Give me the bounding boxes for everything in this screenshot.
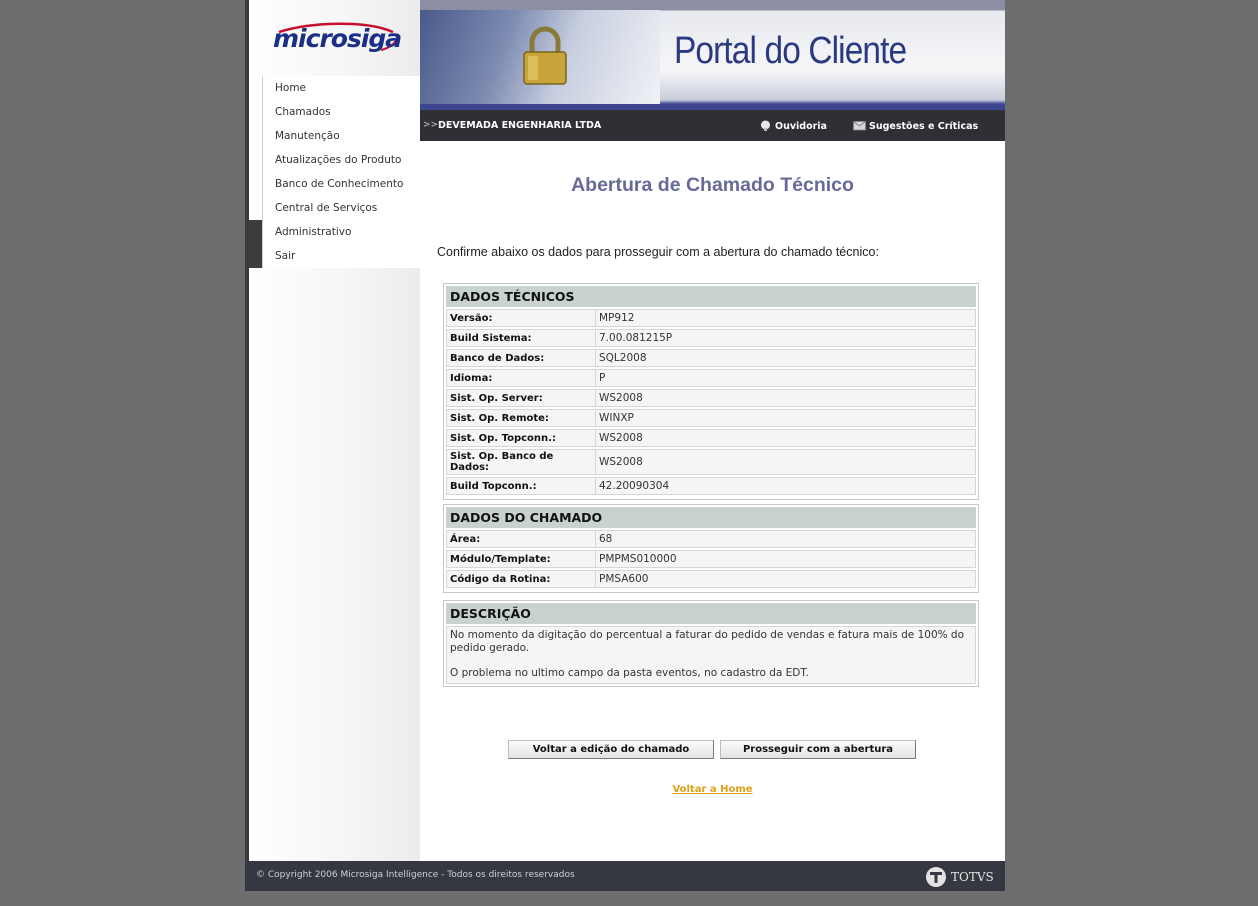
ouvidoria-label: Ouvidoria: [775, 121, 827, 132]
menu-item-home[interactable]: Home: [263, 76, 421, 100]
descricao-table: DESCRIÇÃO: [446, 601, 976, 626]
menu-item-banco-conhecimento[interactable]: Banco de Conhecimento: [263, 172, 421, 196]
page-frame: microsiga Home Chamados Manutenção Atual…: [245, 0, 1005, 891]
menu-item-manutencao[interactable]: Manutenção: [263, 124, 421, 148]
proceed-button[interactable]: Prosseguir com a abertura: [720, 740, 916, 759]
field-label: Versão:: [446, 309, 596, 327]
copyright-text: © Copyright 2006 Microsiga Intelligence …: [256, 870, 575, 880]
field-label: Build Sistema:: [446, 329, 596, 347]
field-value: WS2008: [596, 389, 976, 407]
page-title: Abertura de Chamado Técnico: [571, 174, 854, 196]
back-home-link[interactable]: Voltar a Home: [420, 784, 1005, 795]
description-paragraph: No momento da digitação do percentual a …: [450, 629, 965, 654]
totvs-logo-icon: [926, 867, 946, 887]
field-label: Sist. Op. Banco de Dados:: [446, 449, 596, 475]
field-label: Banco de Dados:: [446, 349, 596, 367]
sugestoes-link[interactable]: Sugestões e Críticas: [853, 120, 978, 132]
table-row: Sist. Op. Topconn.: WS2008: [446, 429, 976, 447]
section-header: DADOS DO CHAMADO: [446, 507, 976, 528]
table-row: Código da Rotina: PMSA600: [446, 570, 976, 588]
banner-photo: [420, 10, 660, 104]
logo-text: microsiga: [273, 24, 402, 53]
sidebar-menu: Home Chamados Manutenção Atualizações do…: [249, 76, 421, 268]
menu-item-administrativo[interactable]: Administrativo: [249, 220, 421, 244]
field-value: P: [596, 369, 976, 387]
table-row: Idioma: P: [446, 369, 976, 387]
main-content: Abertura de Chamado Técnico Confirme aba…: [420, 141, 1005, 861]
field-label: Código da Rotina:: [446, 570, 596, 588]
field-value: 68: [596, 530, 976, 548]
description-paragraph: O problema no ultimo campo da pasta even…: [450, 667, 809, 679]
field-value: PMPMS010000: [596, 550, 976, 568]
ouvidoria-link[interactable]: Ouvidoria: [759, 120, 827, 132]
table-row: Build Sistema: 7.00.081215P: [446, 329, 976, 347]
field-label: Idioma:: [446, 369, 596, 387]
field-label: Build Topconn.:: [446, 477, 596, 495]
section-header: DADOS TÉCNICOS: [446, 286, 976, 307]
menu-item-central-servicos[interactable]: Central de Serviços: [263, 196, 421, 220]
padlock-icon: [523, 26, 567, 85]
menu-item-sair[interactable]: Sair: [249, 244, 421, 268]
top-bar: >> DEVEMADA ENGENHARIA LTDA Ouvidoria Su…: [420, 110, 1005, 141]
field-label: Módulo/Template:: [446, 550, 596, 568]
company-name: DEVEMADA ENGENHARIA LTDA: [438, 120, 602, 131]
table-row: Sist. Op. Server: WS2008: [446, 389, 976, 407]
sidebar: microsiga Home Chamados Manutenção Atual…: [249, 0, 421, 861]
menu-item-atualizacoes[interactable]: Atualizações do Produto: [263, 148, 421, 172]
envelope-icon: [853, 121, 866, 131]
field-label: Sist. Op. Server:: [446, 389, 596, 407]
footer: © Copyright 2006 Microsiga Intelligence …: [245, 861, 1005, 891]
dados-tecnicos-panel: DADOS TÉCNICOS Versão: MP912 Build Sistem…: [443, 283, 979, 500]
intro-text: Confirme abaixo os dados para prosseguir…: [437, 245, 879, 259]
header-banner: Portal do Cliente: [420, 0, 1005, 110]
dados-chamado-panel: DADOS DO CHAMADO Área: 68 Módulo/Template…: [443, 504, 979, 593]
field-value: PMSA600: [596, 570, 976, 588]
field-value: 42.20090304: [596, 477, 976, 495]
back-to-edit-button[interactable]: Voltar a edição do chamado: [508, 740, 714, 759]
dados-tecnicos-table: DADOS TÉCNICOS Versão: MP912 Build Sistem…: [446, 284, 976, 497]
field-value: 7.00.081215P: [596, 329, 976, 347]
microsiga-logo[interactable]: microsiga: [271, 22, 402, 62]
section-header: DESCRIÇÃO: [446, 603, 976, 624]
field-value: SQL2008: [596, 349, 976, 367]
field-label: Sist. Op. Remote:: [446, 409, 596, 427]
table-row: Sist. Op. Banco de Dados: WS2008: [446, 449, 976, 475]
totvs-logo: TOTVS: [925, 866, 995, 887]
megaphone-icon: [761, 120, 770, 131]
menu-item-chamados[interactable]: Chamados: [263, 100, 421, 124]
totvs-text: TOTVS: [951, 870, 994, 884]
table-row: Módulo/Template: PMPMS010000: [446, 550, 976, 568]
table-row: Sist. Op. Remote: WINXP: [446, 409, 976, 427]
dados-chamado-table: DADOS DO CHAMADO Área: 68 Módulo/Template…: [446, 505, 976, 590]
field-label: Área:: [446, 530, 596, 548]
table-row: Banco de Dados: SQL2008: [446, 349, 976, 367]
banner-title: Portal do Cliente: [674, 30, 907, 72]
double-chevron-icon: >>: [423, 120, 439, 130]
field-value: MP912: [596, 309, 976, 327]
field-value: WS2008: [596, 429, 976, 447]
field-value: WINXP: [596, 409, 976, 427]
descricao-panel: DESCRIÇÃO No momento da digitação do per…: [443, 600, 979, 687]
description-text: No momento da digitação do percentual a …: [446, 626, 976, 684]
table-row: Versão: MP912: [446, 309, 976, 327]
field-label: Sist. Op. Topconn.:: [446, 429, 596, 447]
table-row: Área: 68: [446, 530, 976, 548]
field-value: WS2008: [596, 449, 976, 475]
table-row: Build Topconn.: 42.20090304: [446, 477, 976, 495]
sugestoes-label: Sugestões e Críticas: [869, 121, 979, 132]
